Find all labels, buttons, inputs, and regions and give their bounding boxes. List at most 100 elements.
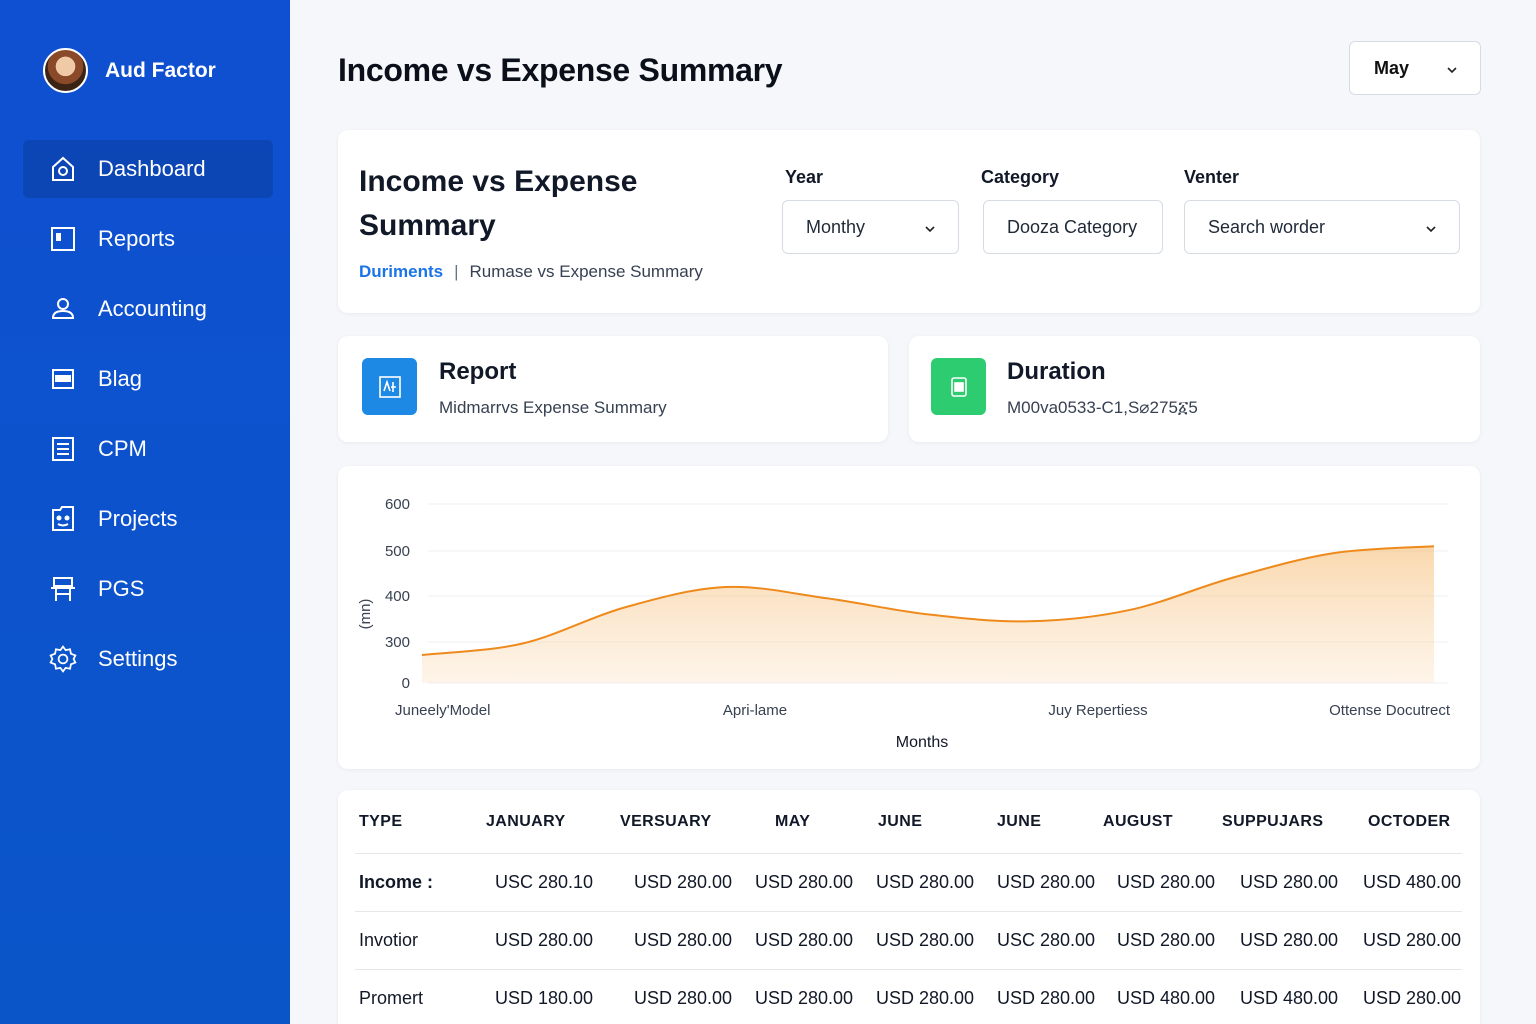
x-tick-label: Juneely'Model (395, 702, 490, 719)
venter-search-placeholder: Search worder (1208, 216, 1326, 237)
sidebar-item-reports[interactable]: Reports (23, 210, 273, 268)
chart-svg: 0 300 400 500 600 Juneely'Model Apri-lame Juy R… (357, 496, 1451, 751)
table-cell: USD 280.00 (1117, 930, 1216, 950)
table-cell: USD 280.00 (755, 930, 854, 950)
home-icon (48, 154, 78, 184)
table-cell: USC 280.10 (495, 872, 594, 892)
sidebar-item-label: Reports (98, 226, 176, 251)
table-cell: USD 280.00 (876, 872, 975, 892)
breadcrumb-separator: | (454, 262, 459, 281)
month-select-value: May (1374, 57, 1410, 78)
chevron-down-icon (1425, 219, 1437, 240)
summary-table: TYPE JANUARY VERSUARY MAY JUNE JUNE AUGUST SUPP… (338, 790, 1480, 1024)
table-cell: USD 180.00 (495, 988, 594, 1008)
table-cell: USD 280.00 (1117, 872, 1216, 892)
table-cell: USD 280.00 (1240, 872, 1339, 892)
table-header-cell: JANUARY (486, 812, 566, 830)
table-cell: USD 280.00 (876, 930, 975, 950)
table-cell: USD 280.00 (634, 930, 733, 950)
report-subtitle: Midmarrvs Expense Summary (439, 398, 667, 417)
list-icon (48, 434, 78, 464)
filter-card: Income vs Expense Summary Duriments | Ru… (338, 130, 1480, 313)
table-header-cell: TYPE (359, 812, 403, 830)
table-cell: USD 280.00 (876, 988, 975, 1008)
table-header-cell: VERSUARY (620, 812, 712, 830)
brand-name: Aud Factor (105, 58, 216, 82)
report-icon (48, 224, 78, 254)
table-header-cell: MAY (775, 812, 811, 830)
category-label: Category (981, 167, 1060, 187)
table-cell: USD 280.00 (997, 988, 1096, 1008)
y-tick-label: 0 (402, 675, 410, 692)
sidebar-item-projects[interactable]: Projects (23, 490, 273, 548)
sidebar-item-pgs[interactable]: PGS (23, 560, 273, 618)
table-cell: USD 280.00 (755, 872, 854, 892)
chevron-down-icon (1446, 60, 1458, 81)
sidebar-item-label: Settings (98, 646, 178, 671)
user-icon (48, 294, 78, 324)
table-cell: USD 280.00 (495, 930, 594, 950)
table-cell: USD 280.00 (634, 988, 733, 1008)
table-cell: USD 480.00 (1363, 872, 1462, 892)
table-row[interactable]: Promert USD 180.00 USD 280.00 USD 280.00 USD… (355, 970, 1462, 1024)
table-header-cell: JUNE (997, 812, 1042, 830)
section-title: Income vs Expense Summary (359, 165, 638, 242)
sidebar-item-label: Blag (98, 366, 143, 391)
table-cell: USD 280.00 (1363, 930, 1462, 950)
y-tick-label: 500 (385, 543, 410, 560)
avatar[interactable] (43, 48, 88, 93)
breadcrumb-link[interactable]: Duriments (359, 262, 443, 282)
table-cell: USC 280.00 (997, 930, 1096, 950)
y-tick-label: 400 (385, 588, 410, 605)
table-cell: USD 280.00 (997, 872, 1096, 892)
desk-icon (48, 574, 78, 604)
projects-icon (48, 504, 78, 534)
page-title: Income vs Expense Summary (338, 52, 783, 88)
gear-icon (48, 644, 78, 674)
venter-search-select[interactable]: Search worder (1184, 200, 1460, 254)
table-header-cell: SUPPUJARS (1222, 812, 1324, 830)
y-tick-label: 300 (385, 634, 410, 651)
sidebar: Aud Factor Dashboard Reports Accounting … (0, 0, 290, 1024)
category-select-value: Dooza Category (1007, 216, 1138, 237)
duration-title: Duration (1007, 358, 1106, 385)
sidebar-item-dashboard[interactable]: Dashboard (23, 140, 273, 198)
report-card[interactable]: Report Midmarrvs Expense Summary (338, 336, 888, 442)
category-select[interactable]: Dooza Category (983, 200, 1163, 254)
sidebar-item-cpm[interactable]: CPM (23, 420, 273, 478)
x-tick-label: Apri-lame (723, 702, 787, 719)
sidebar-item-blag[interactable]: Blag (23, 350, 273, 408)
table-header-cell: JUNE (878, 812, 923, 830)
sidebar-item-label: Accounting (98, 296, 207, 321)
sidebar-item-label: Projects (98, 506, 178, 531)
month-select[interactable]: May (1349, 41, 1481, 95)
table-cell: USD 280.00 (634, 872, 733, 892)
table-row[interactable]: Invotior USD 280.00 USD 280.00 USD 280.00 US… (355, 912, 1462, 970)
calendar-doc-icon (931, 358, 986, 415)
table-cell: USD 280.00 (1363, 988, 1462, 1008)
sidebar-item-accounting[interactable]: Accounting (23, 280, 273, 338)
breadcrumb-current: Rumase vs Expense Summary (469, 262, 703, 281)
table-header-cell: AUGUST (1103, 812, 1173, 830)
row-type-cell: Promert (359, 988, 424, 1008)
table-cell: USD 480.00 (1117, 988, 1216, 1008)
breadcrumb: Duriments | Rumase vs Expense Summary (359, 262, 703, 282)
report-doc-icon (362, 358, 417, 415)
row-type-cell: Income : (359, 872, 434, 892)
y-tick-label: 600 (385, 496, 410, 513)
row-type-cell: Invotior (359, 930, 419, 950)
table-header-cell: OCTODER (1368, 812, 1451, 830)
table-row[interactable]: Income : USC 280.10 USD 280.00 USD 280.00 US… (355, 854, 1462, 912)
table: TYPE JANUARY VERSUARY MAY JUNE JUNE AUGUST SUPP… (355, 790, 1462, 1024)
income-expense-chart: 0 300 400 500 600 Juneely'Model Apri-lame Juy R… (338, 466, 1480, 769)
chevron-down-icon (924, 219, 936, 240)
card-icon (48, 364, 78, 394)
duration-card[interactable]: Duration M00va0533-C1,S⌀275፩5 (909, 336, 1480, 442)
table-cell: USD 480.00 (1240, 988, 1339, 1008)
sidebar-item-settings[interactable]: Settings (23, 630, 273, 688)
sidebar-nav: Dashboard Reports Accounting Blag CPM Pr… (23, 140, 273, 700)
year-select[interactable]: Monthy (782, 200, 959, 254)
x-tick-label: Ottense Docutrect (1329, 702, 1451, 719)
year-label: Year (785, 167, 824, 187)
brand: Aud Factor (43, 48, 216, 93)
